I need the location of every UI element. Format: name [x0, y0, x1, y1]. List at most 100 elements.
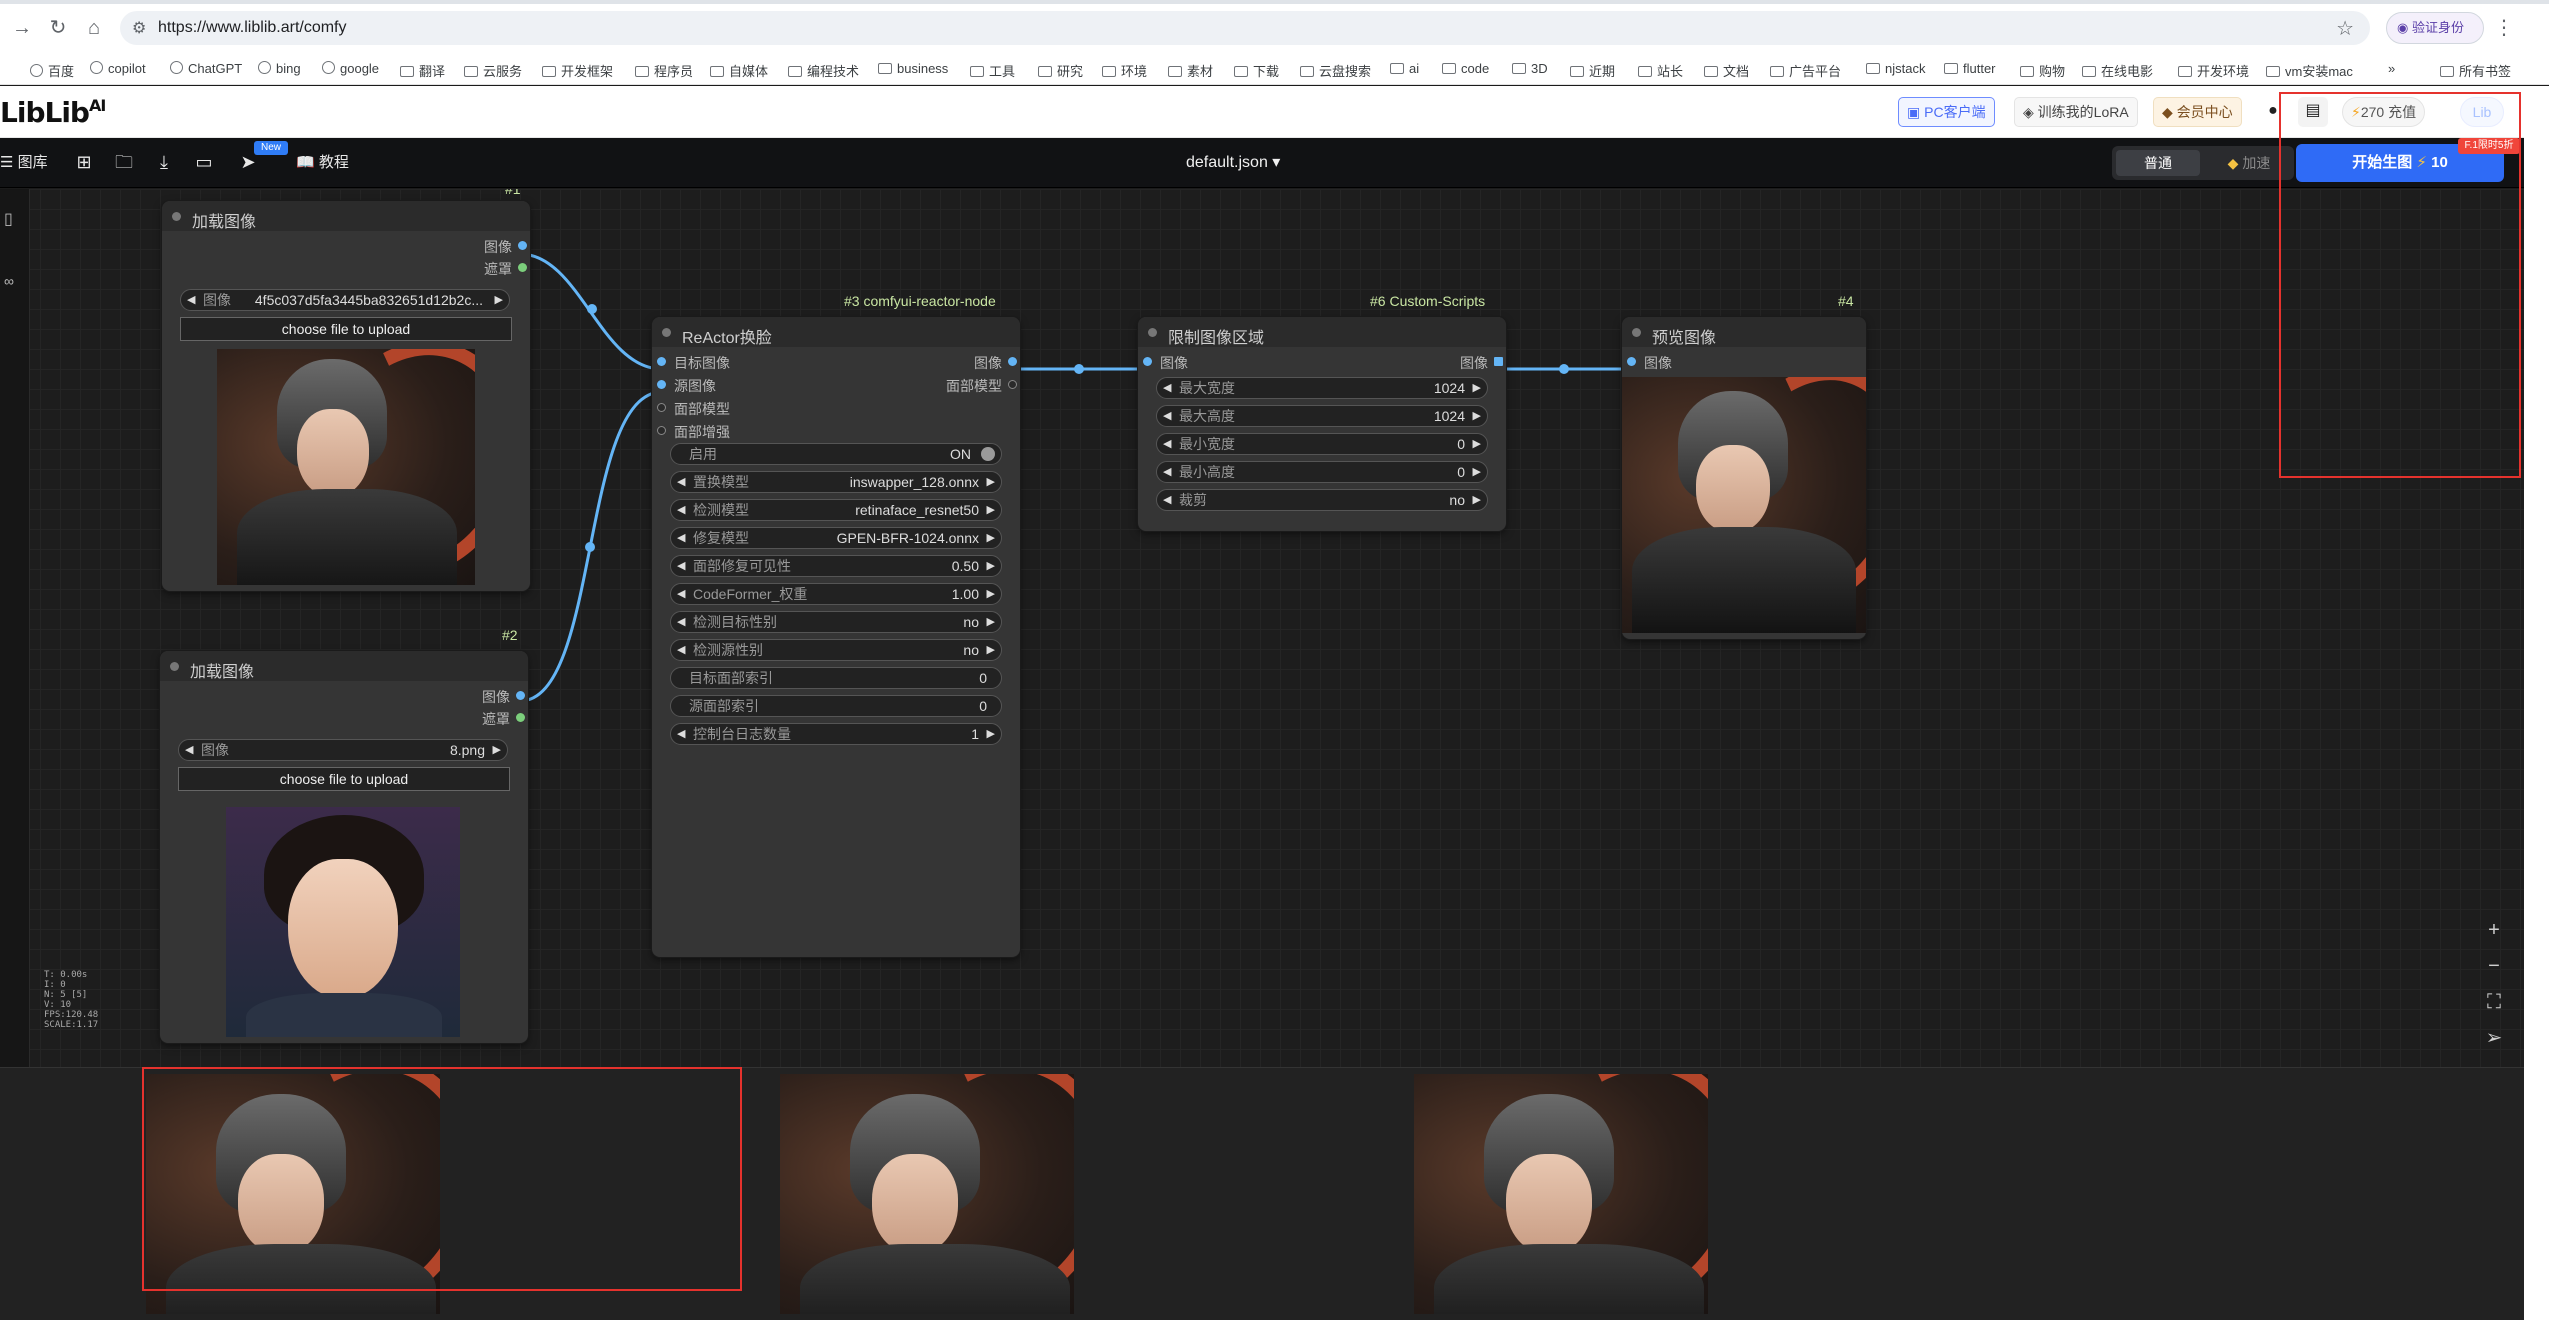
- mode-fast-button[interactable]: ◆ 加速: [2208, 150, 2290, 176]
- liblib-logo[interactable]: LibLibAI: [0, 96, 106, 129]
- workflow-selector[interactable]: default.json ▾: [1186, 152, 1280, 172]
- bookmark-folder[interactable]: 购物: [2020, 61, 2065, 80]
- forward-icon[interactable]: →: [8, 14, 36, 42]
- detect-target-gender-widget[interactable]: ◀ 检测目标性别 no ▶: [670, 611, 1002, 633]
- input-face-model-slot[interactable]: 面部模型: [652, 399, 730, 419]
- upload-button[interactable]: choose file to upload: [180, 317, 512, 341]
- detect-source-gender-widget[interactable]: ◀ 检测源性别 no ▶: [670, 639, 1002, 661]
- limit-image-area-node[interactable]: 限制图像区域 图像 图像 ◀ 最大宽度 1024 ▶ ◀ 最大高度 1024 ▶ ◀ 最小宽度…: [1138, 317, 1506, 531]
- output-image-slot[interactable]: 图像: [1460, 353, 1506, 373]
- output-image-slot[interactable]: 图像: [482, 687, 528, 707]
- vip-center-button[interactable]: ◆ 会员中心: [2153, 97, 2242, 127]
- bookmark-item[interactable]: 翻译: [400, 61, 445, 80]
- swap-model-widget[interactable]: ◀ 置换模型 inswapper_128.onnx ▶: [670, 471, 1002, 493]
- result-thumbnail[interactable]: [1414, 1074, 1708, 1314]
- bookmark-folder[interactable]: 云盘搜索: [1300, 61, 1371, 80]
- address-bar[interactable]: ⚙ https://www.liblib.art/comfy ☆: [120, 11, 2370, 45]
- bookmark-folder[interactable]: 素材: [1168, 61, 1213, 80]
- node-title-bar[interactable]: ReActor换脸: [652, 317, 1020, 347]
- bookmark-folder[interactable]: 近期: [1570, 61, 1615, 80]
- fit-view-icon[interactable]: ⛶: [2480, 988, 2508, 1016]
- train-lora-button[interactable]: ◈ 训练我的LoRA: [2014, 97, 2138, 127]
- bookmark-folder[interactable]: 自媒体: [710, 61, 768, 80]
- output-image-slot[interactable]: 图像: [484, 237, 530, 257]
- bookmark-folder[interactable]: 文档: [1704, 61, 1749, 80]
- load-image-node-1[interactable]: 加载图像 图像 遮罩 ◀ 图像 4f5c037d5fa3445ba832651d12…: [162, 201, 530, 591]
- node-canvas[interactable]: #1 加载图像 图像 遮罩 ◀ 图像 4f5c037d5fa3445ba832651…: [0, 189, 2524, 1067]
- enable-toggle[interactable]: 启用 ON: [670, 443, 1002, 465]
- tutorial-button[interactable]: 📖 教程: [296, 151, 349, 172]
- panel-icon[interactable]: ▯: [4, 209, 24, 229]
- bookmark-folder[interactable]: 3D: [1512, 61, 1548, 76]
- bookmark-item[interactable]: 百度: [30, 61, 74, 80]
- link-icon[interactable]: ∞: [4, 273, 24, 293]
- load-image-node-2[interactable]: 加载图像 图像 遮罩 ◀ 图像 8.png ▶ choose file to uplo…: [160, 651, 528, 1043]
- bookmark-folder[interactable]: 程序员: [635, 61, 693, 80]
- codeformer-weight-widget[interactable]: ◀ CodeFormer_权重 1.00 ▶: [670, 583, 1002, 605]
- bookmark-star-icon[interactable]: ☆: [2336, 16, 2354, 41]
- node-title-bar[interactable]: 加载图像: [160, 651, 528, 681]
- node-title-bar[interactable]: 限制图像区域: [1138, 317, 1506, 347]
- locate-icon[interactable]: ➢: [2480, 1024, 2508, 1052]
- home-icon[interactable]: ⌂: [80, 14, 108, 42]
- bookmark-folder[interactable]: 编程技术: [788, 61, 859, 80]
- min-height-widget[interactable]: ◀ 最小高度 0 ▶: [1156, 461, 1488, 483]
- detect-model-widget[interactable]: ◀ 检测模型 retinaface_resnet50 ▶: [670, 499, 1002, 521]
- max-height-widget[interactable]: ◀ 最大高度 1024 ▶: [1156, 405, 1488, 427]
- input-target-image-slot[interactable]: 目标图像: [652, 353, 730, 373]
- collapse-dot-icon[interactable]: [662, 328, 671, 337]
- new-workflow-icon[interactable]: ⊞: [72, 150, 96, 174]
- crop-widget[interactable]: ◀ 裁剪 no ▶: [1156, 489, 1488, 511]
- output-face-model-slot[interactable]: 面部模型: [946, 376, 1020, 396]
- result-thumbnail[interactable]: [780, 1074, 1074, 1314]
- zoom-in-icon[interactable]: +: [2480, 916, 2508, 944]
- bookmark-folder[interactable]: njstack: [1866, 61, 1925, 76]
- save-icon[interactable]: ▭: [192, 150, 216, 174]
- bookmark-folder[interactable]: business: [878, 61, 948, 76]
- bookmark-folder[interactable]: flutter: [1944, 61, 1996, 76]
- reactor-faceswap-node[interactable]: ReActor换脸 目标图像 源图像 面部模型 面部增强 图像 面部模型 启用 O…: [652, 317, 1020, 957]
- bookmark-item[interactable]: bing: [258, 61, 301, 76]
- collapse-dot-icon[interactable]: [1148, 328, 1157, 337]
- input-face-boost-slot[interactable]: 面部增强: [652, 422, 730, 442]
- reload-icon[interactable]: ↻: [44, 14, 72, 42]
- all-bookmarks-folder[interactable]: 所有书签: [2440, 61, 2511, 80]
- preview-image-node[interactable]: 预览图像 图像: [1622, 317, 1866, 639]
- library-button[interactable]: ☰ 图库: [0, 151, 48, 172]
- target-face-index-input[interactable]: 目标面部索引 0: [670, 667, 1002, 689]
- bookmark-item[interactable]: ChatGPT: [170, 61, 242, 76]
- bookmark-item[interactable]: copilot: [90, 61, 146, 76]
- restore-model-widget[interactable]: ◀ 修复模型 GPEN-BFR-1024.onnx ▶: [670, 527, 1002, 549]
- collapse-dot-icon[interactable]: [172, 212, 181, 221]
- browser-menu-icon[interactable]: ⋮: [2492, 14, 2516, 42]
- bookmark-folder[interactable]: 站长: [1638, 61, 1683, 80]
- bookmark-folder[interactable]: 环境: [1102, 61, 1147, 80]
- verify-identity-button[interactable]: ◉ 验证身份: [2386, 12, 2484, 44]
- mode-normal-button[interactable]: 普通: [2116, 150, 2200, 176]
- collapse-dot-icon[interactable]: [1632, 328, 1641, 337]
- min-width-widget[interactable]: ◀ 最小宽度 0 ▶: [1156, 433, 1488, 455]
- input-image-slot[interactable]: 图像: [1622, 353, 1672, 373]
- image-select-widget[interactable]: ◀ 图像 8.png ▶: [178, 739, 508, 761]
- max-width-widget[interactable]: ◀ 最大宽度 1024 ▶: [1156, 377, 1488, 399]
- upload-button[interactable]: choose file to upload: [178, 767, 510, 791]
- input-source-image-slot[interactable]: 源图像: [652, 376, 716, 396]
- bookmarks-overflow-icon[interactable]: »: [2388, 61, 2395, 76]
- site-info-icon[interactable]: ⚙: [132, 18, 146, 38]
- bookmark-folder[interactable]: 开发环境: [2178, 61, 2249, 80]
- zoom-out-icon[interactable]: −: [2480, 952, 2508, 980]
- bookmark-folder[interactable]: 在线电影: [2082, 61, 2153, 80]
- node-title-bar[interactable]: 加载图像: [162, 201, 530, 231]
- image-select-widget[interactable]: ◀ 图像 4f5c037d5fa3445ba832651d12b2c... ▶: [180, 289, 510, 311]
- bookmark-folder[interactable]: 研究: [1038, 61, 1083, 80]
- bookmark-folder[interactable]: 广告平台: [1770, 61, 1841, 80]
- bookmark-folder[interactable]: code: [1442, 61, 1489, 76]
- page-scrollbar[interactable]: [2524, 86, 2549, 1320]
- open-folder-icon[interactable]: 🗀: [112, 150, 136, 174]
- node-title-bar[interactable]: 预览图像: [1622, 317, 1866, 347]
- bookmark-folder[interactable]: 开发框架: [542, 61, 613, 80]
- bookmark-item[interactable]: google: [322, 61, 379, 76]
- bookmark-folder[interactable]: ai: [1390, 61, 1419, 76]
- pc-client-button[interactable]: ▣ PC客户端: [1898, 97, 1995, 127]
- output-image-slot[interactable]: 图像: [974, 353, 1020, 373]
